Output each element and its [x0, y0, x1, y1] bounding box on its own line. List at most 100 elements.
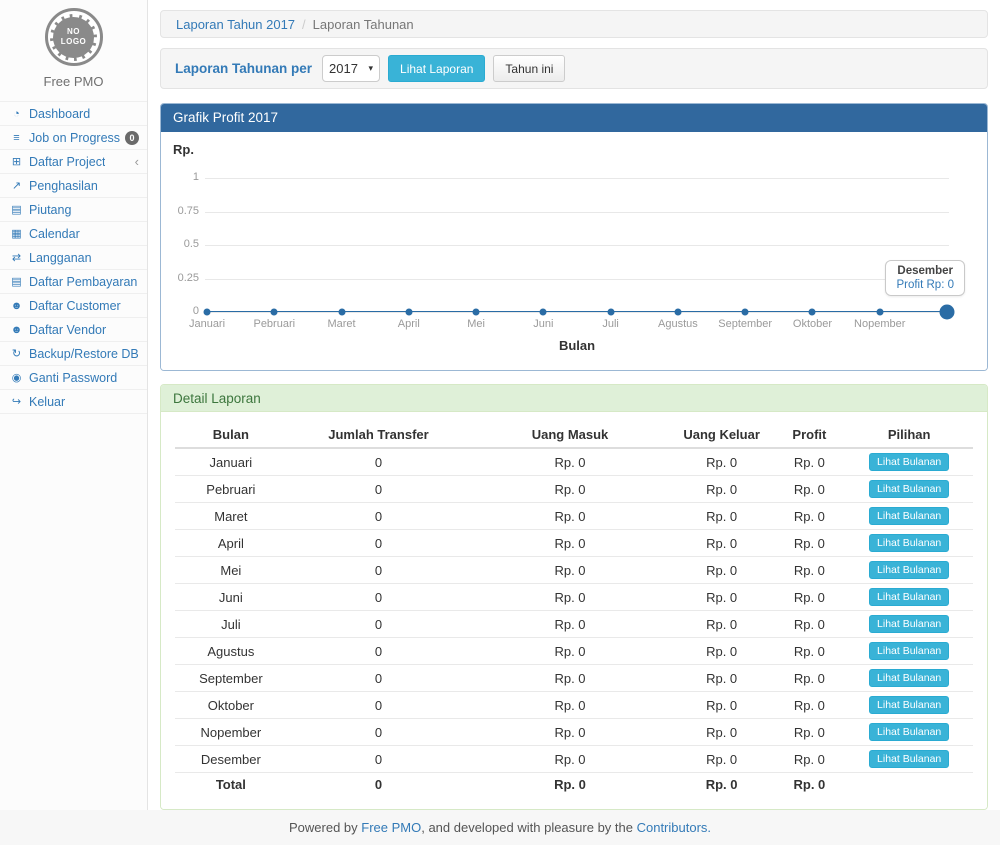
table-row: Mei0Rp. 0Rp. 0Rp. 0Lihat Bulanan [175, 557, 973, 584]
footer-link-contributors[interactable]: Contributors. [637, 820, 711, 835]
breadcrumb-separator: / [302, 17, 306, 32]
cell-jumlah-transfer: 0 [287, 476, 471, 503]
x-tick-label: September [718, 318, 772, 330]
chart-plot-area: JanuariPebruariMaretAprilMeiJuniJuliAgus… [207, 178, 947, 312]
sidebar-item-keluar[interactable]: ↪Keluar [0, 390, 147, 414]
cell-bulan: Agustus [175, 638, 287, 665]
breadcrumb: Laporan Tahun 2017 / Laporan Tahunan [160, 10, 988, 38]
lihat-bulanan-button-mei[interactable]: Lihat Bulanan [869, 561, 949, 579]
cell-uang-masuk: Rp. 0 [470, 448, 670, 476]
lihat-bulanan-button-juli[interactable]: Lihat Bulanan [869, 615, 949, 633]
cell-uang-keluar: Rp. 0 [670, 611, 774, 638]
cell-uang-masuk: Rp. 0 [470, 584, 670, 611]
lihat-laporan-button[interactable]: Lihat Laporan [388, 55, 485, 82]
lihat-bulanan-button-pebruari[interactable]: Lihat Bulanan [869, 480, 949, 498]
sidebar-item-daftar-vendor[interactable]: ☻Daftar Vendor [0, 318, 147, 342]
x-tick-label: April [398, 318, 420, 330]
table-row: April0Rp. 0Rp. 0Rp. 0Lihat Bulanan [175, 530, 973, 557]
x-axis-title: Bulan [207, 338, 947, 353]
data-point-mei[interactable] [473, 309, 480, 316]
sidebar-item-daftar-project[interactable]: ⊞Daftar Project‹ [0, 150, 147, 174]
data-point-pebruari[interactable] [271, 309, 278, 316]
sidebar-item-penghasilan[interactable]: ↗Penghasilan [0, 174, 147, 198]
cell-profit: Rp. 0 [773, 692, 845, 719]
data-point-april[interactable] [405, 309, 412, 316]
table-row: Oktober0Rp. 0Rp. 0Rp. 0Lihat Bulanan [175, 692, 973, 719]
lihat-bulanan-button-nopember[interactable]: Lihat Bulanan [869, 723, 949, 741]
lihat-bulanan-button-oktober[interactable]: Lihat Bulanan [869, 696, 949, 714]
lihat-bulanan-button-april[interactable]: Lihat Bulanan [869, 534, 949, 552]
cell-uang-keluar: Rp. 0 [670, 530, 774, 557]
breadcrumb-link-laporan-tahun[interactable]: Laporan Tahun 2017 [176, 17, 295, 32]
cell-bulan: Juni [175, 584, 287, 611]
cell-bulan: Nopember [175, 719, 287, 746]
sidebar-item-job-on-progress[interactable]: ≡Job on Progress0 [0, 126, 147, 150]
data-point-nopember[interactable] [876, 309, 883, 316]
sidebar-item-label: Daftar Pembayaran [29, 275, 137, 289]
cell-pilihan: Lihat Bulanan [845, 665, 973, 692]
table-row: Desember0Rp. 0Rp. 0Rp. 0Lihat Bulanan [175, 746, 973, 773]
cell-bulan: Pebruari [175, 476, 287, 503]
cell-bulan: April [175, 530, 287, 557]
table-total-row: Total0Rp. 0Rp. 0Rp. 0 [175, 773, 973, 797]
data-point-maret[interactable] [338, 309, 345, 316]
data-point-juli[interactable] [607, 309, 614, 316]
sidebar-item-calendar[interactable]: ▦Calendar [0, 222, 147, 246]
footer-link-free-pmo[interactable]: Free PMO [361, 820, 421, 835]
cell-bulan: Juli [175, 611, 287, 638]
cell-pilihan: Lihat Bulanan [845, 530, 973, 557]
cell-profit: Rp. 0 [773, 746, 845, 773]
calendar-icon: ▦ [8, 227, 25, 240]
sign-out-icon: ↪ [8, 395, 25, 408]
detail-panel-body: BulanJumlah TransferUang MasukUang Kelua… [161, 412, 987, 809]
logo-text-line2: LOGO [61, 37, 87, 47]
lihat-bulanan-button-juni[interactable]: Lihat Bulanan [869, 588, 949, 606]
data-point-oktober[interactable] [809, 309, 816, 316]
lihat-bulanan-button-september[interactable]: Lihat Bulanan [869, 669, 949, 687]
cell-profit: Rp. 0 [773, 665, 845, 692]
cell-bulan: Oktober [175, 692, 287, 719]
cell-uang-keluar: Rp. 0 [670, 773, 774, 797]
column-header-bulan: Bulan [175, 422, 287, 448]
table-row: Agustus0Rp. 0Rp. 0Rp. 0Lihat Bulanan [175, 638, 973, 665]
sidebar-item-piutang[interactable]: ▤Piutang [0, 198, 147, 222]
sidebar-item-langganan[interactable]: ⇄Langganan [0, 246, 147, 270]
sidebar-item-backup-restore-db[interactable]: ↻Backup/Restore DB [0, 342, 147, 366]
table-row: Nopember0Rp. 0Rp. 0Rp. 0Lihat Bulanan [175, 719, 973, 746]
sidebar-item-label: Dashboard [29, 107, 90, 121]
data-point-agustus[interactable] [674, 309, 681, 316]
year-select[interactable]: 2017 ▾ [322, 55, 380, 82]
lihat-bulanan-button-maret[interactable]: Lihat Bulanan [869, 507, 949, 525]
main-content: Laporan Tahun 2017 / Laporan Tahunan Lap… [148, 0, 1000, 810]
sidebar-item-label: Ganti Password [29, 371, 117, 385]
cell-jumlah-transfer: 0 [287, 448, 471, 476]
cell-uang-keluar: Rp. 0 [670, 665, 774, 692]
sidebar-item-daftar-pembayaran[interactable]: ▤Daftar Pembayaran [0, 270, 147, 294]
cell-uang-keluar: Rp. 0 [670, 448, 774, 476]
cell-profit: Rp. 0 [773, 611, 845, 638]
sidebar-item-dashboard[interactable]: ◔Dashboard [0, 102, 147, 126]
page: NO LOGO Free PMO ◔Dashboard≡Job on Progr… [0, 0, 1000, 810]
column-header-uang-keluar: Uang Keluar [670, 422, 774, 448]
data-point-desember[interactable] [940, 305, 955, 320]
data-point-juni[interactable] [540, 309, 547, 316]
column-header-profit: Profit [773, 422, 845, 448]
x-tick-label: Mei [467, 318, 485, 330]
data-point-september[interactable] [742, 309, 749, 316]
cell-pilihan: Lihat Bulanan [845, 448, 973, 476]
tahun-ini-button[interactable]: Tahun ini [493, 55, 565, 82]
lihat-bulanan-button-desember[interactable]: Lihat Bulanan [869, 750, 949, 768]
sidebar-item-daftar-customer[interactable]: ☻Daftar Customer [0, 294, 147, 318]
cell-uang-keluar: Rp. 0 [670, 584, 774, 611]
lihat-bulanan-button-agustus[interactable]: Lihat Bulanan [869, 642, 949, 660]
lihat-bulanan-button-januari[interactable]: Lihat Bulanan [869, 453, 949, 471]
sidebar-item-ganti-password[interactable]: ◉Ganti Password [0, 366, 147, 390]
data-point-januari[interactable] [204, 309, 211, 316]
count-badge: 0 [125, 131, 139, 145]
footer: Powered by Free PMO , and developed with… [0, 810, 1000, 845]
caret-down-icon: ▾ [368, 63, 373, 74]
cell-pilihan: Lihat Bulanan [845, 503, 973, 530]
no-logo-badge: NO LOGO [50, 14, 97, 61]
x-tick-label: Maret [327, 318, 355, 330]
sidebar: NO LOGO Free PMO ◔Dashboard≡Job on Progr… [0, 0, 148, 810]
